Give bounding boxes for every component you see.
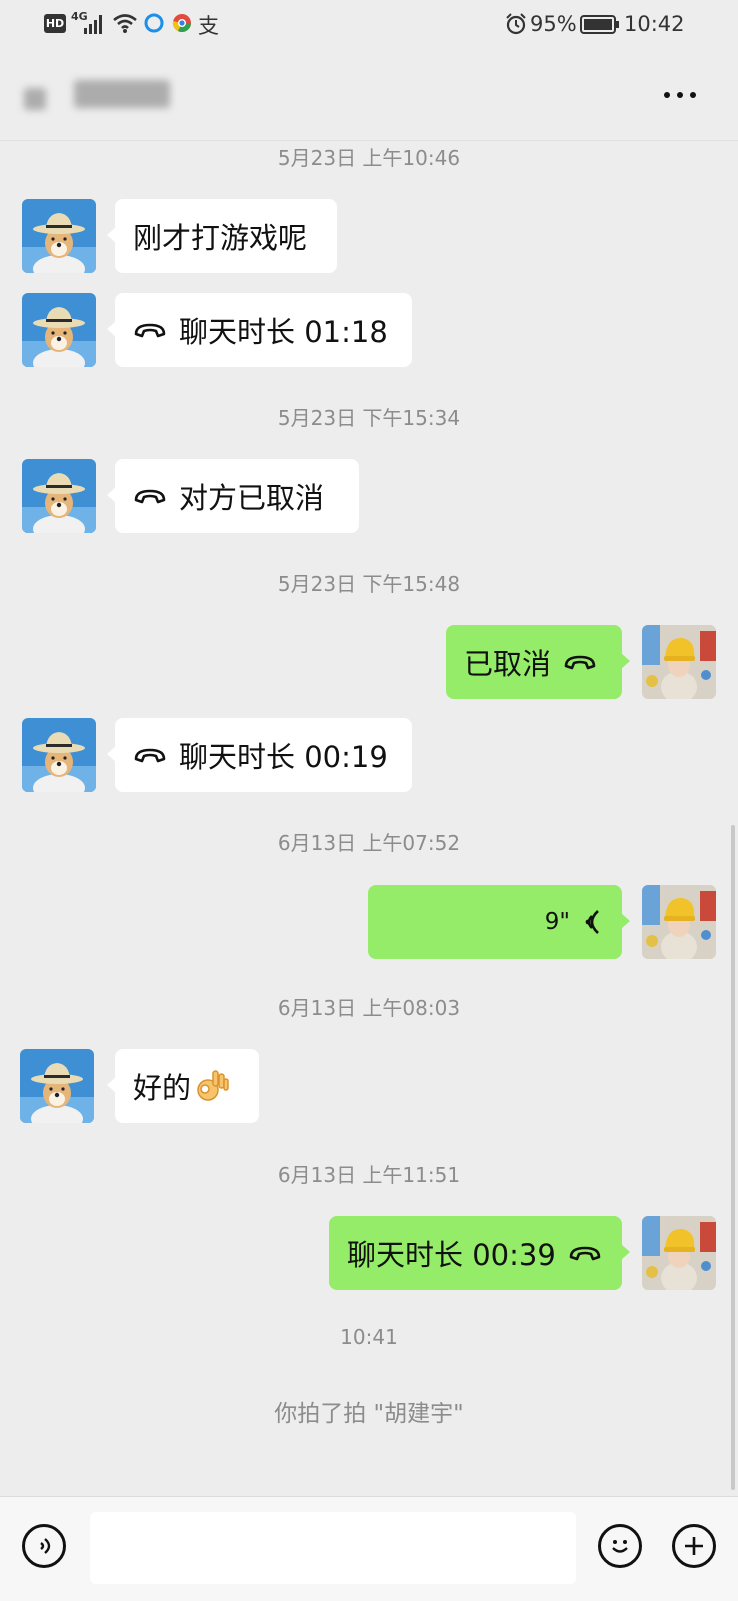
- contact-avatar[interactable]: [22, 718, 96, 792]
- chrome-app-icon: [172, 14, 191, 32]
- message-text: 聊天时长 00:19: [179, 740, 388, 774]
- contact-avatar[interactable]: [22, 199, 96, 273]
- my-avatar[interactable]: [642, 1216, 716, 1290]
- battery-icon: [580, 15, 619, 34]
- input-bar: [0, 1496, 738, 1601]
- emoji-icon[interactable]: [598, 1524, 642, 1568]
- incoming-call-record[interactable]: 对方已取消: [107, 459, 359, 533]
- incoming-message[interactable]: 刚才打游戏呢: [107, 199, 337, 273]
- contact-avatar[interactable]: [20, 1049, 94, 1123]
- my-avatar[interactable]: [642, 625, 716, 699]
- outgoing-call-record[interactable]: 聊天时长 00:39: [329, 1216, 630, 1290]
- outgoing-voice-message[interactable]: 9": [368, 885, 630, 959]
- browser-app-icon: [144, 13, 164, 33]
- message-timestamp: 6月13日 上午08:03: [277, 996, 461, 1020]
- status-time: 10:42: [624, 12, 685, 36]
- phone-call-icon: [563, 652, 597, 672]
- message-timestamp: 10:41: [340, 1325, 398, 1349]
- message-input[interactable]: [90, 1512, 576, 1584]
- contact-avatar[interactable]: [22, 293, 96, 367]
- message-text: 好的: [133, 1071, 192, 1105]
- back-arrow-icon[interactable]: [22, 80, 52, 116]
- message-timestamp: 5月23日 下午15:34: [277, 406, 461, 430]
- status-bar: HD 4G 支 95% 10:42: [0, 0, 738, 50]
- phone-call-icon: [133, 745, 167, 765]
- chat-nav-bar: [0, 50, 738, 141]
- contact-avatar[interactable]: [22, 459, 96, 533]
- wifi-icon: [113, 14, 137, 33]
- ok-hand-emoji-icon: [197, 1070, 229, 1101]
- pat-notice: 你拍了拍 "胡建宇": [274, 1401, 464, 1427]
- phone-call-icon: [133, 320, 167, 340]
- scrollbar[interactable]: [731, 825, 735, 1490]
- message-text: 已取消: [464, 647, 552, 681]
- phone-call-icon: [133, 486, 167, 506]
- message-text: 聊天时长 01:18: [179, 315, 388, 349]
- my-avatar[interactable]: [642, 885, 716, 959]
- voice-icon[interactable]: [22, 1524, 66, 1568]
- alipay-app-icon: 支: [198, 14, 219, 38]
- more-icon[interactable]: [660, 76, 706, 112]
- battery-percent: 95%: [530, 12, 577, 36]
- message-timestamp: 5月23日 下午15:48: [277, 572, 461, 596]
- incoming-call-record[interactable]: 聊天时长 00:19: [107, 718, 412, 792]
- incoming-call-record[interactable]: 聊天时长 01:18: [107, 293, 412, 367]
- contact-name-blurred: [74, 76, 174, 110]
- hd-badge: HD: [44, 14, 66, 33]
- message-timestamp: 6月13日 上午07:52: [277, 831, 461, 855]
- message-text: 聊天时长 00:39: [347, 1238, 556, 1272]
- phone-call-icon: [568, 1243, 602, 1263]
- signal-icon: [84, 15, 102, 34]
- incoming-message[interactable]: 好的: [107, 1049, 259, 1123]
- message-timestamp: 5月23日 上午10:46: [277, 146, 461, 170]
- voice-duration: 9": [544, 909, 570, 935]
- message-text: 对方已取消: [179, 481, 325, 515]
- voice-wave-icon: [585, 910, 599, 934]
- message-text: 刚才打游戏呢: [133, 221, 308, 255]
- message-timestamp: 6月13日 上午11:51: [277, 1163, 461, 1187]
- outgoing-call-record[interactable]: 已取消: [446, 625, 630, 699]
- plus-icon[interactable]: [672, 1524, 716, 1568]
- alarm-icon: [506, 13, 526, 35]
